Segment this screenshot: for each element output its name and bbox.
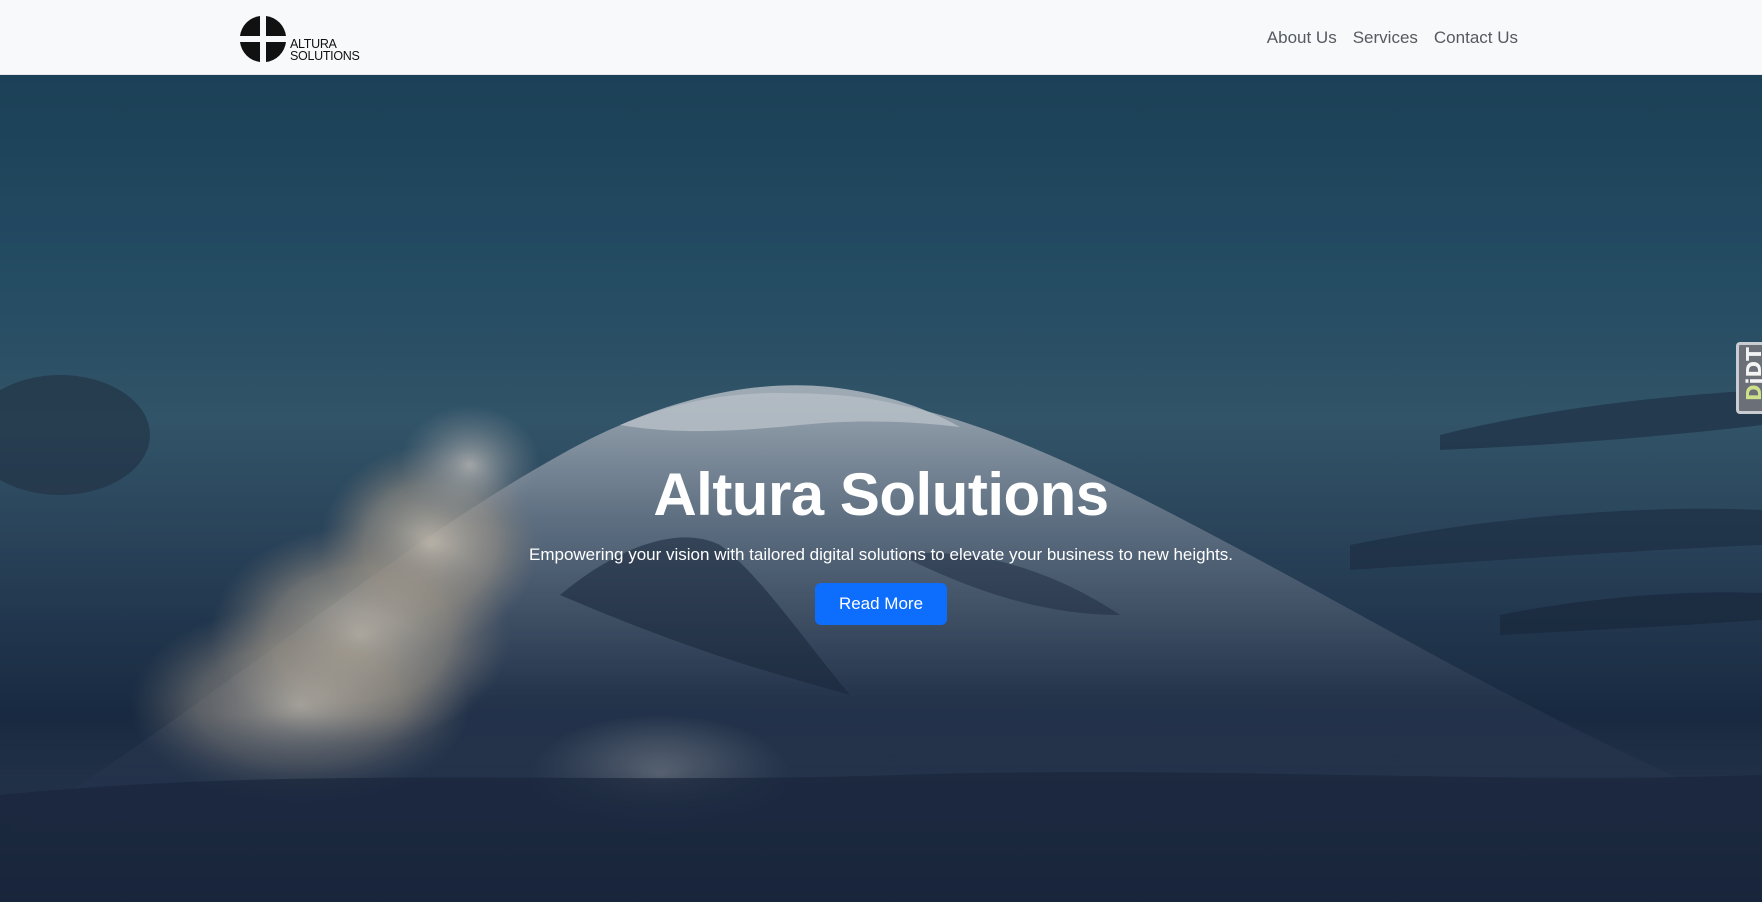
read-more-button[interactable]: Read More [814,583,948,625]
nav-link-about-us[interactable]: About Us [1259,28,1345,48]
navbar: ALTURA SOLUTIONS About Us Services Conta… [0,0,1762,75]
side-tab-widget[interactable]: DjDT [1736,342,1762,414]
quartered-circle-logo-icon [240,16,286,62]
side-tab-label: DjDT [1742,347,1762,401]
main-nav: About Us Services Contact Us [1259,0,1526,75]
side-tab-text: jDT [1742,347,1762,385]
nav-link-services[interactable]: Services [1345,28,1426,48]
hero-subtitle: Empowering your vision with tailored dig… [529,545,1233,564]
brand-name: ALTURA SOLUTIONS [290,38,360,63]
nav-item-contact: Contact Us [1426,28,1526,48]
brand-line-2: SOLUTIONS [290,49,360,63]
hero-content: Altura Solutions Empowering your vision … [0,465,1762,625]
side-tab-accent: D [1742,384,1762,401]
brand-logo-link[interactable]: ALTURA SOLUTIONS [238,12,360,64]
nav-item-services: Services [1345,28,1426,48]
nav-link-contact-us[interactable]: Contact Us [1426,28,1526,48]
hero-title: Altura Solutions [653,461,1109,528]
hero-section: Altura Solutions Empowering your vision … [0,75,1762,902]
nav-item-about: About Us [1259,28,1345,48]
